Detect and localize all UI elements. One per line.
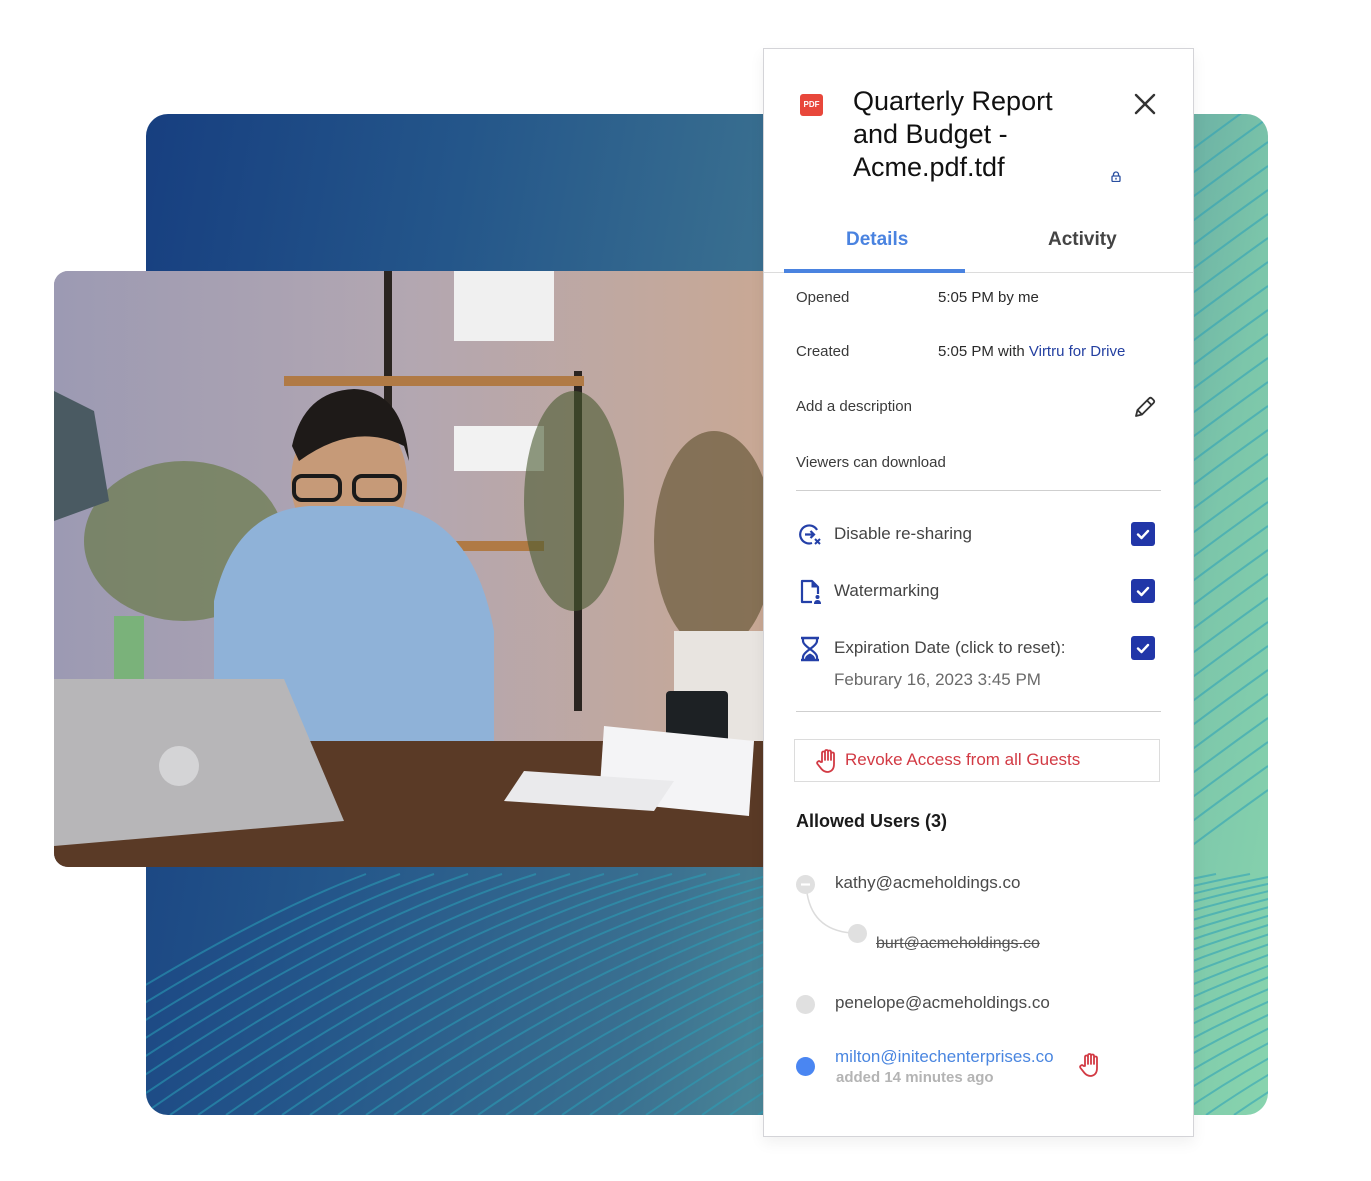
swoosh-line: [1185, 189, 1268, 251]
option-expiration-date: Expiration Date (click to reset):: [796, 634, 1161, 664]
panel-tabs: Details Activity: [764, 219, 1193, 273]
swoosh-line: [1185, 237, 1268, 299]
swoosh-line: [1185, 213, 1268, 275]
created-row: Created 5:05 PM with Virtru for Drive: [796, 343, 1125, 360]
expiration-date-checkbox[interactable]: [1131, 636, 1155, 660]
swoosh-line: [1185, 717, 1268, 779]
user-status-dot: [848, 924, 867, 943]
swoosh-line: [1185, 645, 1268, 707]
user-email: penelope@acmeholdings.co: [835, 993, 1050, 1012]
swoosh-line: [1185, 357, 1268, 419]
created-value: 5:05 PM with Virtru for Drive: [938, 343, 1125, 360]
user-email-revoked: burt@acmeholdings.co: [876, 935, 1040, 952]
swoosh-line: [1185, 549, 1268, 611]
revoke-user-button[interactable]: [1078, 1052, 1102, 1078]
virtru-for-drive-link[interactable]: Virtru for Drive: [1029, 343, 1125, 360]
swoosh-line: [1185, 381, 1268, 443]
checkmark-icon: [1136, 643, 1150, 654]
edit-description-button[interactable]: [1131, 395, 1157, 421]
swoosh-line: [1185, 789, 1268, 851]
user-email-new: milton@initechenterprises.co: [835, 1047, 1054, 1066]
tab-details[interactable]: Details: [846, 229, 908, 251]
swoosh-line: [1185, 477, 1268, 539]
option-label: Disable re-sharing: [834, 524, 972, 543]
close-button[interactable]: [1132, 91, 1158, 117]
revoke-all-label: Revoke Access from all Guests: [845, 750, 1081, 769]
divider: [796, 490, 1161, 491]
opened-value: 5:05 PM by me: [938, 289, 1039, 306]
watermark-icon: [800, 579, 821, 604]
swoosh-line: [1185, 765, 1268, 827]
swoosh-line: [1185, 117, 1268, 179]
opened-label: Opened: [796, 289, 850, 306]
user-email: kathy@acmeholdings.co: [835, 873, 1021, 892]
checkmark-icon: [1136, 529, 1150, 540]
expiration-date-value[interactable]: Feburary 16, 2023 3:45 PM: [834, 670, 1041, 690]
created-label: Created: [796, 343, 850, 360]
option-label[interactable]: Expiration Date (click to reset):: [834, 638, 1065, 658]
checkmark-icon: [1136, 586, 1150, 597]
user-status-dot-new: [796, 1057, 815, 1076]
option-label: Watermarking: [834, 581, 940, 600]
user-status-dot: [796, 995, 815, 1014]
swoosh-line: [1185, 261, 1268, 323]
tab-activity[interactable]: Activity: [1048, 229, 1117, 251]
revoke-all-guests-button[interactable]: Revoke Access from all Guests: [794, 739, 1160, 782]
hero-photo: [54, 271, 770, 867]
created-value-prefix: 5:05 PM with: [938, 343, 1029, 360]
viewers-download-row: Viewers can download: [796, 454, 946, 471]
user-added-time: added 14 minutes ago: [836, 1069, 994, 1086]
swoosh-line: [1185, 285, 1268, 347]
hand-stop-icon: [1079, 1053, 1098, 1077]
hourglass-icon: [801, 636, 819, 662]
swoosh-line: [1185, 573, 1268, 635]
lock-icon: [1111, 171, 1121, 182]
user-status-dot[interactable]: [796, 875, 815, 894]
option-disable-resharing: Disable re-sharing: [796, 520, 1161, 550]
swoosh-line: [1185, 405, 1268, 467]
swoosh-line: [1185, 693, 1268, 755]
swoosh-line: [1185, 453, 1268, 515]
pdf-file-icon: PDF: [800, 94, 823, 116]
option-watermarking: Watermarking: [796, 577, 1161, 607]
swoosh-line: [1185, 501, 1268, 563]
active-tab-indicator: [784, 269, 965, 273]
allowed-users-heading: Allowed Users (3): [796, 811, 948, 831]
swoosh-line: [225, 873, 707, 1115]
viewers-download-label: Viewers can download: [796, 454, 946, 471]
disable-resharing-checkbox[interactable]: [1131, 522, 1155, 546]
swoosh-line: [1185, 741, 1268, 803]
swoosh-line: [1185, 165, 1268, 227]
swoosh-line: [1185, 429, 1268, 491]
swoosh-line: [1185, 621, 1268, 683]
swoosh-line: [253, 873, 741, 1115]
pencil-icon: [1135, 396, 1156, 417]
collapse-icon: [801, 883, 810, 886]
watermarking-checkbox[interactable]: [1131, 579, 1155, 603]
file-details-panel: PDF Quarterly Report and Budget - Acme.p…: [763, 48, 1194, 1137]
file-title: Quarterly Report and Budget - Acme.pdf.t…: [853, 86, 1053, 182]
opened-row: Opened 5:05 PM by me: [796, 289, 1039, 306]
add-description-label: Add a description: [796, 398, 912, 415]
swoosh-line: [1185, 309, 1268, 371]
swoosh-line: [1185, 141, 1268, 203]
hand-stop-icon: [816, 749, 835, 773]
swoosh-line: [197, 873, 673, 1115]
disable-resharing-icon: [799, 524, 821, 545]
swoosh-line: [1185, 525, 1268, 587]
description-row[interactable]: Add a description: [796, 398, 912, 415]
swoosh-line: [1185, 597, 1268, 659]
divider: [796, 711, 1161, 712]
swoosh-line: [1185, 669, 1268, 731]
swoosh-line: [1185, 333, 1268, 395]
close-icon: [1134, 93, 1156, 115]
